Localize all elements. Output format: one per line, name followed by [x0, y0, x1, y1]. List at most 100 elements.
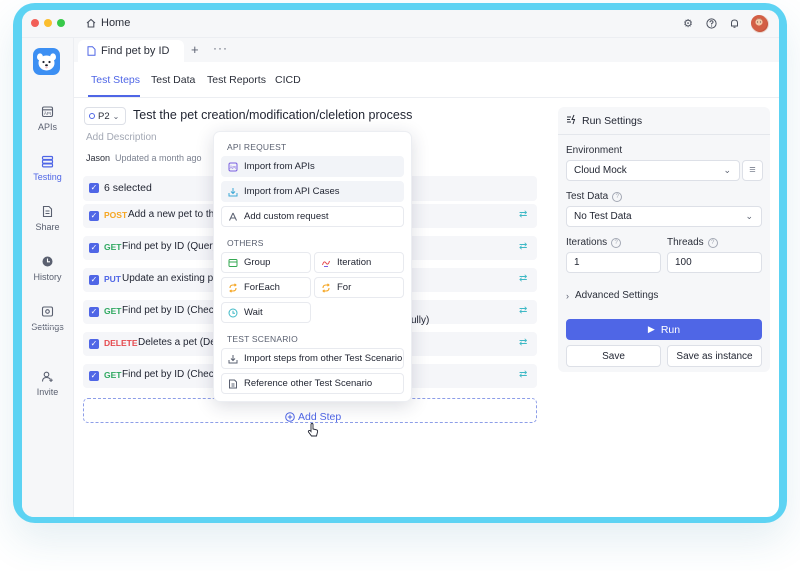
bell-icon[interactable]: [728, 18, 740, 30]
selected-count: 6 selected: [104, 182, 152, 194]
sidebar-item-settings[interactable]: Settings: [22, 305, 73, 332]
menu-item-import-from-api-cases[interactable]: Import from API Cases: [221, 181, 404, 202]
home-breadcrumb[interactable]: Home: [86, 17, 130, 29]
scenario-title[interactable]: Test the pet creation/modification/clele…: [133, 108, 412, 122]
tab-test-data[interactable]: Test Data: [151, 74, 195, 86]
tab-test-reports[interactable]: Test Reports: [207, 74, 266, 86]
step-checkbox[interactable]: ✓: [89, 371, 99, 381]
title-bar: Home ⚙: [22, 10, 779, 38]
svg-text:ÄPI: ÄPI: [230, 165, 237, 170]
svg-text:ÄPI: ÄPI: [44, 110, 51, 116]
step-checkbox[interactable]: ✓: [89, 243, 99, 253]
step-checkbox[interactable]: ✓: [89, 339, 99, 349]
app-window: Home ⚙ ÄPI APIs Testing Share History Se…: [22, 10, 779, 517]
advanced-settings-toggle[interactable]: › Advanced Settings: [566, 290, 658, 301]
step-checkbox[interactable]: ✓: [89, 307, 99, 317]
link-icon[interactable]: ⇄: [519, 273, 527, 284]
sidebar-item-invite[interactable]: Invite: [22, 370, 73, 397]
menu-item-reference-scenario[interactable]: Reference other Test Scenario: [221, 373, 404, 394]
menu-item-label: For: [337, 282, 352, 293]
tab-cicd[interactable]: CICD: [275, 74, 301, 86]
add-description[interactable]: Add Description: [86, 132, 157, 143]
menu-item-foreach[interactable]: ForEach: [221, 277, 311, 298]
plus-circle-icon: [285, 412, 295, 422]
menu-item-label: Import from API Cases: [244, 186, 340, 197]
minimize-window-button[interactable]: [44, 19, 52, 27]
run-settings-panel: Run Settings Environment Cloud Mock ⌄ ≡ …: [558, 107, 770, 372]
help-icon[interactable]: [705, 18, 717, 30]
add-step-label[interactable]: Add Step: [285, 411, 341, 423]
test-data-label: Test Data ?: [566, 191, 623, 202]
help-icon: ?: [612, 191, 623, 202]
run-settings-header: Run Settings: [558, 107, 770, 135]
hand-cursor-icon: [307, 423, 319, 440]
for-icon: [321, 282, 331, 293]
testing-icon: [41, 155, 54, 168]
menu-item-iteration[interactable]: Iteration: [314, 252, 404, 273]
save-button[interactable]: Save: [566, 345, 661, 367]
menu-item-wait[interactable]: Wait: [221, 302, 311, 323]
gear-icon[interactable]: ⚙: [682, 18, 694, 30]
lightning-icon: [566, 114, 578, 128]
sidebar-item-testing[interactable]: Testing: [22, 155, 73, 182]
step-name: Find pet by ID (Check: [122, 369, 219, 380]
tab-test-steps[interactable]: Test Steps: [91, 74, 140, 86]
step-checkbox[interactable]: ✓: [89, 211, 99, 221]
step-name: Add a new pet to the: [128, 209, 220, 220]
run-label: Run: [660, 323, 681, 336]
avatar[interactable]: [751, 15, 769, 33]
sidebar-item-label: Settings: [31, 322, 64, 332]
step-checkbox[interactable]: ✓: [89, 275, 99, 285]
sidebar-item-label: APIs: [37, 122, 57, 132]
new-tab-button[interactable]: +: [191, 42, 199, 57]
more-icon[interactable]: ···: [213, 41, 228, 55]
close-window-button[interactable]: [31, 19, 39, 27]
tab-find-pet-by-id[interactable]: Find pet by ID: [78, 40, 184, 62]
run-button[interactable]: ▶ Run: [566, 319, 762, 340]
custom-request-icon: [228, 212, 238, 222]
step-name-tail: ully): [411, 315, 430, 326]
menu-item-label: Iteration: [337, 257, 372, 268]
test-data-select[interactable]: No Test Data ⌄: [566, 206, 762, 227]
method-badge: GET: [104, 242, 122, 252]
step-name: Update an existing pe: [122, 273, 219, 284]
chevron-down-icon: ⌄: [723, 165, 731, 175]
sidebar-item-share[interactable]: Share: [22, 205, 73, 232]
link-icon[interactable]: ⇄: [519, 369, 527, 380]
test-data-label-text: Test Data: [566, 191, 609, 202]
maximize-window-button[interactable]: [57, 19, 65, 27]
environment-label: Environment: [566, 145, 622, 156]
menu-item-for[interactable]: For: [314, 277, 404, 298]
menu-item-group[interactable]: Group: [221, 252, 311, 273]
priority-select[interactable]: P2 ⌄: [84, 107, 126, 125]
wait-icon: [228, 308, 238, 318]
save-as-instance-button[interactable]: Save as instance: [667, 345, 762, 367]
sidebar-item-history[interactable]: History: [22, 255, 73, 282]
menu-item-import-from-apis[interactable]: ÄPI Import from APIs: [221, 156, 404, 177]
link-icon[interactable]: ⇄: [519, 305, 527, 316]
menu-item-label: Wait: [244, 307, 263, 318]
settings-icon: [41, 305, 54, 318]
method-badge: GET: [104, 370, 122, 380]
advanced-settings-label: Advanced Settings: [575, 290, 659, 301]
menu-item-label: Group: [244, 257, 271, 268]
section-api-request: API REQUEST: [227, 142, 287, 152]
threads-input[interactable]: 100: [667, 252, 762, 273]
environment-manage-button[interactable]: ≡: [742, 160, 763, 181]
menu-item-import-steps[interactable]: Import steps from other Test Scenario: [221, 348, 404, 369]
help-icon: ?: [611, 237, 622, 248]
link-icon[interactable]: ⇄: [519, 337, 527, 348]
method-badge: DELETE: [104, 338, 138, 348]
sidebar-item-apis[interactable]: ÄPI APIs: [22, 105, 73, 132]
iteration-icon: [321, 258, 331, 268]
menu-item-add-custom-request[interactable]: Add custom request: [221, 206, 404, 227]
select-all-checkbox[interactable]: ✓: [89, 183, 99, 193]
link-icon[interactable]: ⇄: [519, 241, 527, 252]
reference-icon: [228, 379, 238, 389]
environment-select[interactable]: Cloud Mock ⌄: [566, 160, 740, 181]
sidebar-item-label: History: [33, 272, 62, 282]
link-icon[interactable]: ⇄: [519, 209, 527, 220]
chevron-down-icon: ⌄: [745, 211, 753, 221]
iterations-input[interactable]: 1: [566, 252, 661, 273]
app-logo: [33, 48, 60, 75]
